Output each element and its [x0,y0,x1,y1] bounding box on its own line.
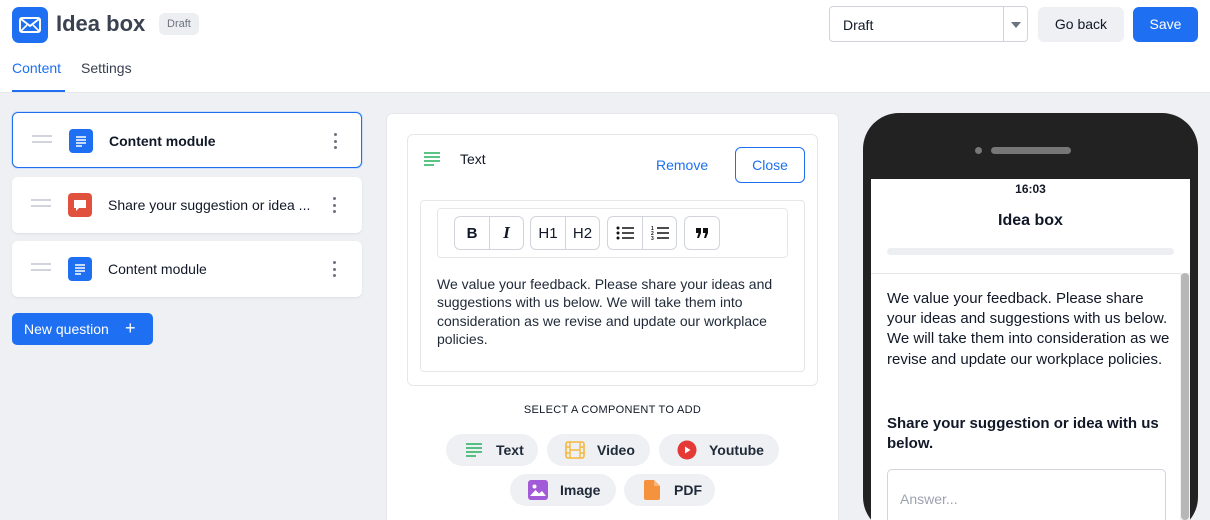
bold-button[interactable]: B [455,217,489,249]
chip-label: Youtube [709,442,764,458]
chat-icon [68,193,92,217]
add-text-component-button[interactable]: Text [446,434,538,466]
image-icon [528,480,548,500]
add-image-component-button[interactable]: Image [510,474,616,506]
status-badge: Draft [159,13,199,35]
document-icon [69,129,93,153]
status-select-value: Draft [843,17,874,33]
document-icon [68,257,92,281]
text-lines-icon [423,151,441,172]
module-item[interactable]: Content module [12,241,362,297]
app-mail-icon [12,7,48,43]
status-bar-time: 16:03 [1015,182,1046,196]
module-label: Content module [109,133,216,149]
preview-progress-bar [887,248,1174,255]
quote-group [684,216,720,250]
numbered-list-icon[interactable]: 123 [642,217,676,249]
film-icon [565,440,585,460]
more-options-icon[interactable] [330,131,340,151]
save-button[interactable]: Save [1133,7,1198,42]
chip-label: PDF [674,482,702,498]
close-button[interactable]: Close [735,147,805,183]
chip-label: Text [496,442,524,458]
heading1-button[interactable]: H1 [531,217,565,249]
bullet-list-icon[interactable] [608,217,642,249]
preview-divider [871,273,1190,274]
chip-label: Video [597,442,635,458]
add-video-component-button[interactable]: Video [547,434,650,466]
chevron-down-icon[interactable] [1011,22,1021,28]
preview-title: Idea box [998,212,1063,229]
tab-content[interactable]: Content [12,60,61,76]
answer-input[interactable] [887,469,1166,520]
heading2-button[interactable]: H2 [565,217,599,249]
drag-handle-icon[interactable] [32,135,52,143]
more-options-icon[interactable] [329,195,339,215]
italic-button[interactable]: I [489,217,523,249]
svg-text:3: 3 [651,236,654,241]
tab-settings[interactable]: Settings [81,60,132,76]
new-question-button[interactable]: New question + [12,313,153,345]
module-item[interactable]: Share your suggestion or idea ... [12,177,362,233]
preview-question: Share your suggestion or idea with us be… [887,415,1159,452]
drag-handle-icon[interactable] [31,263,51,271]
component-picker-label: SELECT A COMPONENT TO ADD [523,404,702,416]
go-back-button[interactable]: Go back [1038,7,1124,42]
select-divider [1003,7,1004,41]
pdf-file-icon [642,480,662,500]
text-style-group: B I [454,216,524,250]
page-title: Idea box [56,11,146,36]
chip-label: Image [560,482,601,498]
list-group: 123 [607,216,677,250]
remove-button[interactable]: Remove [656,157,708,173]
camera-dot [975,147,982,154]
more-options-icon[interactable] [329,259,339,279]
preview-body-text: We value your feedback. Please share you… [887,290,1170,368]
module-label: Share your suggestion or idea ... [108,197,311,213]
module-item[interactable]: Content module [12,112,362,168]
phone-speaker [991,147,1071,154]
quote-icon[interactable] [685,217,719,249]
block-title: Text [460,151,486,167]
new-question-label: New question [24,321,109,337]
preview-scrollbar-thumb[interactable] [1181,273,1189,520]
add-youtube-component-button[interactable]: Youtube [659,434,779,466]
status-select[interactable]: Draft [829,6,1028,42]
text-lines-icon [464,440,484,460]
youtube-icon [677,440,697,460]
module-label: Content module [108,261,207,277]
editor-body-text[interactable]: We value your feedback. Please share you… [437,275,782,348]
plus-icon: + [125,318,136,338]
heading-group: H1 H2 [530,216,600,250]
add-pdf-component-button[interactable]: PDF [624,474,715,506]
drag-handle-icon[interactable] [31,199,51,207]
